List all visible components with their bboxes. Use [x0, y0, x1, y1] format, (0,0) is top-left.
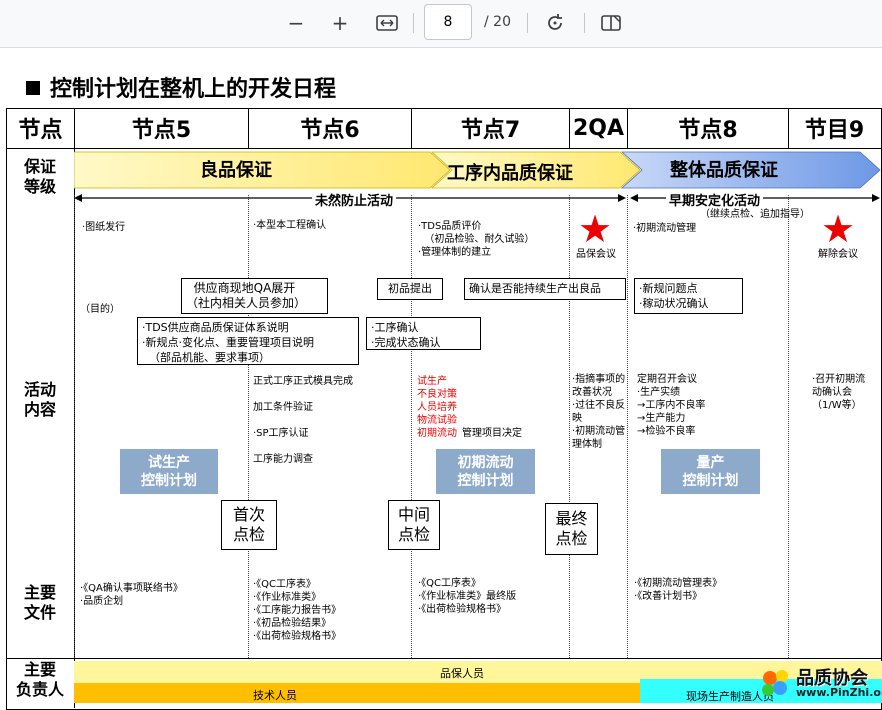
zoom-in-button[interactable]: +	[325, 8, 355, 38]
docs-col7: ·《QC工序表》 ·《作业标准类》最终版 ·《出荷检验规格书》	[418, 578, 517, 615]
checkpoint-first: 首次 点检	[221, 500, 277, 550]
rotate-button[interactable]	[540, 8, 570, 38]
column-dotted-line	[74, 195, 75, 658]
fit-width-button[interactable]	[372, 8, 402, 38]
toolbar-divider	[527, 13, 528, 33]
activity-col7-black: 管理项目决定	[462, 428, 522, 439]
watermark-url: www.PinZhi.org	[796, 686, 882, 699]
checkpoint-final: 最终 点检	[545, 503, 598, 555]
milestone-initial-flow: ·初期流动管理	[633, 223, 697, 234]
header-node9: 节目9	[804, 118, 865, 143]
plus-icon: +	[331, 11, 349, 35]
row-label-owner: 主要 负责人	[15, 660, 64, 699]
box-tds-supplier: ·TDS供应商品质保证体系说明 ·新规点·变化点、重要管理项目说明 （部品机能、…	[137, 317, 359, 365]
row-label-docs: 主要 文件	[23, 583, 56, 622]
docs-col6: ·《QC工序表》 ·《作业标准类》 ·《工序能力报告书》 ·《初品检验结果》 ·…	[253, 579, 342, 642]
page-total: / 20	[484, 14, 511, 30]
docs-col8: ·《初期流动管理表》 ·《改善计划书》	[634, 578, 723, 602]
rotate-icon	[548, 14, 562, 30]
activity-col7-red: 试生产 不良对策 人员培养 物流试验 初期流动	[417, 376, 457, 439]
phase-inprocess-label: 工序内品质保证	[447, 163, 573, 184]
docs-col5: ·《QA确认事项联络书》 ·品质企划	[80, 583, 183, 607]
owner-tech-label: 技术人员	[253, 689, 297, 702]
header-divider	[6, 148, 882, 149]
header-node5: 节点5	[131, 118, 192, 143]
box-supplier-qa: 供应商现地QA展开 （社内相关人员参加）	[181, 278, 328, 314]
owner-row-divider	[6, 658, 882, 659]
star-icon: ★	[821, 207, 856, 251]
toolbar-divider	[413, 13, 414, 33]
star-icon: ★	[578, 207, 613, 251]
column-dotted-line	[248, 195, 249, 658]
fit-width-icon	[376, 15, 398, 31]
column-dotted-line	[569, 195, 570, 658]
activity-col8: 定期召开会议 ·生产实绩 →工序内不良率 →生产能力 →检验不良率	[637, 374, 706, 437]
activity-col2qa: ·指摘事项的 改善状况 ·过往不良反 映 ·初期流动管 理体制	[572, 374, 626, 450]
phase-good-label: 良品保证	[200, 160, 272, 181]
box-first-submit: 初品提出	[377, 278, 443, 300]
header-node6: 节点6	[300, 118, 360, 143]
pinzhi-logo-icon	[762, 670, 788, 696]
two-page-view-button[interactable]	[596, 8, 626, 38]
activity-col9: ·召开初期流 动确认会 （1/W等）	[812, 374, 866, 411]
column-dotted-line	[788, 195, 789, 658]
purpose-label: （目的）	[80, 304, 120, 315]
early-stabilize-label: 早期安定化活动	[666, 190, 764, 209]
header-node: 节点	[18, 118, 63, 143]
box-new-issue: ·新规问题点 ·稼动状况确认	[634, 278, 743, 314]
milestone-drawing: ·图纸发行	[82, 222, 126, 233]
phase-overall-label: 整体品质保证	[670, 160, 778, 181]
header-node7: 节点7	[460, 118, 521, 143]
row-label-level: 保证 等级	[23, 157, 56, 196]
page-number-input[interactable]	[424, 4, 472, 40]
column-dotted-line	[411, 195, 412, 658]
slide-title: 控制计划在整机上的开发日程	[26, 71, 336, 103]
milestone-proto-confirm: ·本型本工程确认	[253, 220, 327, 231]
owner-bar-tech	[74, 683, 640, 703]
early-stabilize-sub: （继续点检、追加指导）	[700, 209, 810, 220]
toolbar-divider	[584, 13, 585, 33]
activity-col6: 正式工序正式模具完成 加工条件验证 ·SP工序认证 工序能力调查	[253, 376, 353, 465]
box-confirm-stable: 确认是否能持续生产出良品	[464, 278, 626, 300]
owner-qa-label: 品保人员	[440, 667, 484, 680]
column-dotted-line	[627, 195, 628, 658]
pdf-toolbar: − + / 20	[0, 0, 882, 48]
bullet-square-icon	[26, 81, 40, 95]
minus-icon: −	[287, 11, 305, 35]
milestone-tds: ·TDS品质评价 （初品检验、耐久试验） ·管理体制的建立	[418, 221, 535, 258]
control-plan-initial: 初期流动 控制计划	[436, 449, 535, 494]
control-plan-mass: 量产 控制计划	[661, 449, 760, 494]
two-page-icon	[601, 15, 621, 31]
milestone-qa-meeting: 品保会议	[576, 249, 616, 260]
slide-title-text: 控制计划在整机上的开发日程	[50, 77, 337, 102]
header-node8: 节点8	[678, 118, 738, 143]
control-plan-trial: 试生产 控制计划	[120, 449, 218, 494]
watermark-logo: 品质协会 www.PinZhi.org	[756, 664, 882, 703]
prevention-label: 未然防止活动	[312, 190, 397, 209]
row-label-activity: 活动 内容	[23, 380, 56, 419]
zoom-out-button[interactable]: −	[281, 8, 311, 38]
header-2qa: 2QA	[572, 115, 625, 141]
box-process-confirm: ·工序确认 ·完成状态确认	[366, 317, 481, 350]
milestone-release-meeting: 解除会议	[818, 249, 858, 260]
checkpoint-middle: 中间 点检	[388, 500, 440, 550]
